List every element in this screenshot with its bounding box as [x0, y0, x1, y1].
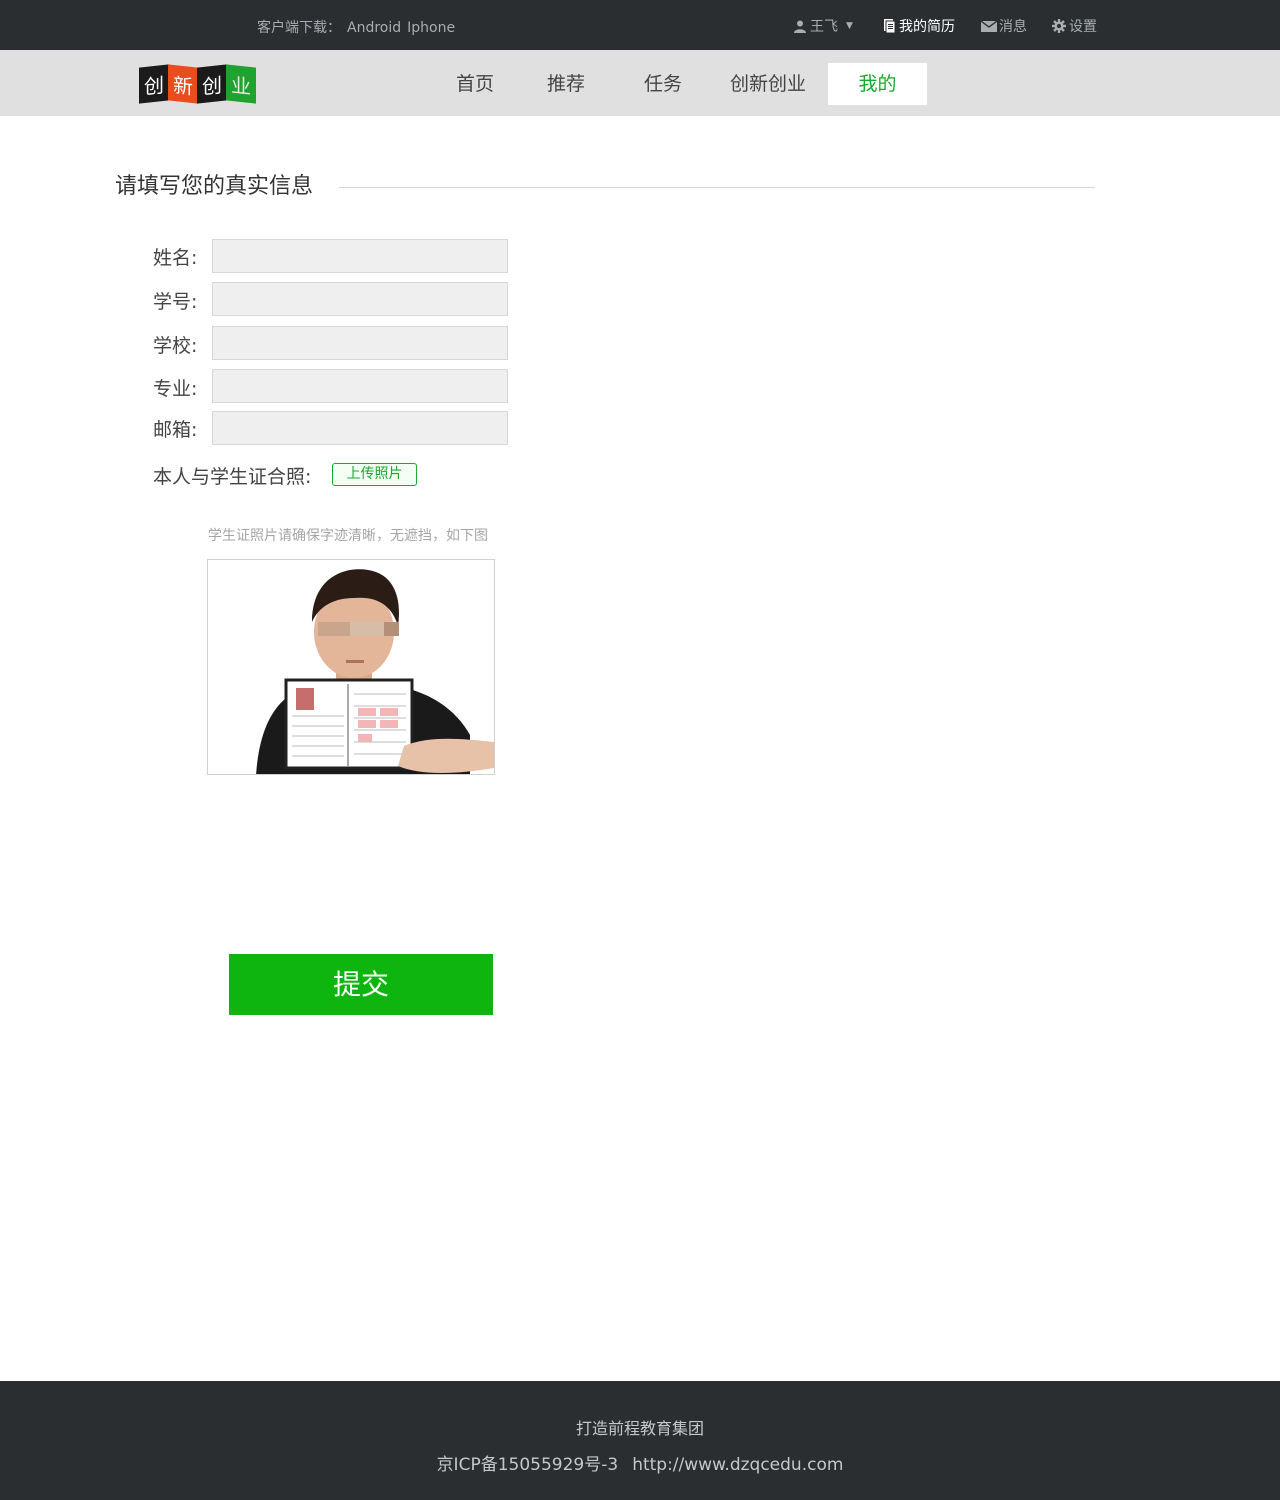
school-input[interactable] — [212, 326, 508, 360]
sample-student-id-photo — [207, 559, 495, 775]
iphone-link[interactable]: Iphone — [407, 20, 455, 36]
photo-hint: 学生证照片请确保字迹清晰，无遮挡，如下图 — [208, 528, 488, 544]
nav-item-home[interactable]: 首页 — [440, 63, 510, 105]
nav-item-innovation[interactable]: 创新创业 — [718, 63, 818, 105]
user-name: 王飞 — [810, 19, 838, 35]
logo-char: 创 — [197, 64, 227, 104]
nav-item-mine[interactable]: 我的 — [828, 63, 927, 105]
logo-char: 新 — [168, 64, 198, 104]
name-input[interactable] — [212, 239, 508, 273]
top-bar: 客户端下载： Android Iphone 王飞 ▼ 我的简历 消息 设置 — [0, 0, 1280, 50]
photo-label: 本人与学生证合照: — [153, 466, 312, 488]
submit-button[interactable]: 提交 — [229, 954, 493, 1015]
upload-photo-button[interactable]: 上传照片 — [332, 463, 417, 486]
android-link[interactable]: Android — [347, 20, 401, 36]
name-label: 姓名: — [153, 247, 198, 269]
logo-char: 业 — [226, 64, 256, 104]
nav-item-tasks[interactable]: 任务 — [628, 63, 698, 105]
download-label: 客户端下载： — [257, 20, 341, 36]
main-nav: 创 新 创 业 首页 推荐 任务 创新创业 我的 — [0, 50, 1280, 116]
footer-info: 京ICP备15055929号-3 http://www.dzqcedu.com — [0, 1450, 1280, 1475]
user-icon — [792, 18, 808, 34]
logo-char: 创 — [139, 64, 169, 104]
gear-icon — [1051, 18, 1067, 34]
title-divider — [339, 187, 1095, 188]
client-download: 客户端下载： Android Iphone — [257, 17, 461, 37]
user-menu[interactable]: 王飞 ▼ — [792, 16, 853, 36]
settings-label: 设置 — [1069, 19, 1097, 35]
messages-link[interactable]: 消息 — [981, 16, 1027, 36]
envelope-icon — [981, 18, 997, 34]
icp-number: 京ICP备15055929号-3 — [436, 1455, 619, 1475]
student-id-input[interactable] — [212, 282, 508, 316]
chevron-down-icon: ▼ — [846, 21, 853, 31]
major-input[interactable] — [212, 369, 508, 403]
footer: 打造前程教育集团 京ICP备15055929号-3 http://www.dzqc… — [0, 1381, 1280, 1500]
student-id-label: 学号: — [153, 291, 198, 313]
resume-label: 我的简历 — [899, 19, 955, 35]
document-icon — [881, 18, 897, 34]
nav-item-recommend[interactable]: 推荐 — [531, 63, 601, 105]
site-url[interactable]: http://www.dzqcedu.com — [632, 1455, 843, 1475]
email-label: 邮箱: — [153, 419, 198, 441]
major-label: 专业: — [153, 378, 198, 400]
messages-label: 消息 — [999, 19, 1027, 35]
form-title: 请填写您的真实信息 — [115, 174, 314, 199]
school-label: 学校: — [153, 335, 198, 357]
site-logo[interactable]: 创 新 创 业 — [139, 64, 257, 104]
my-resume-link[interactable]: 我的简历 — [881, 16, 955, 36]
footer-slogan: 打造前程教育集团 — [575, 1419, 704, 1438]
settings-link[interactable]: 设置 — [1051, 16, 1097, 36]
email-input[interactable] — [212, 411, 508, 445]
